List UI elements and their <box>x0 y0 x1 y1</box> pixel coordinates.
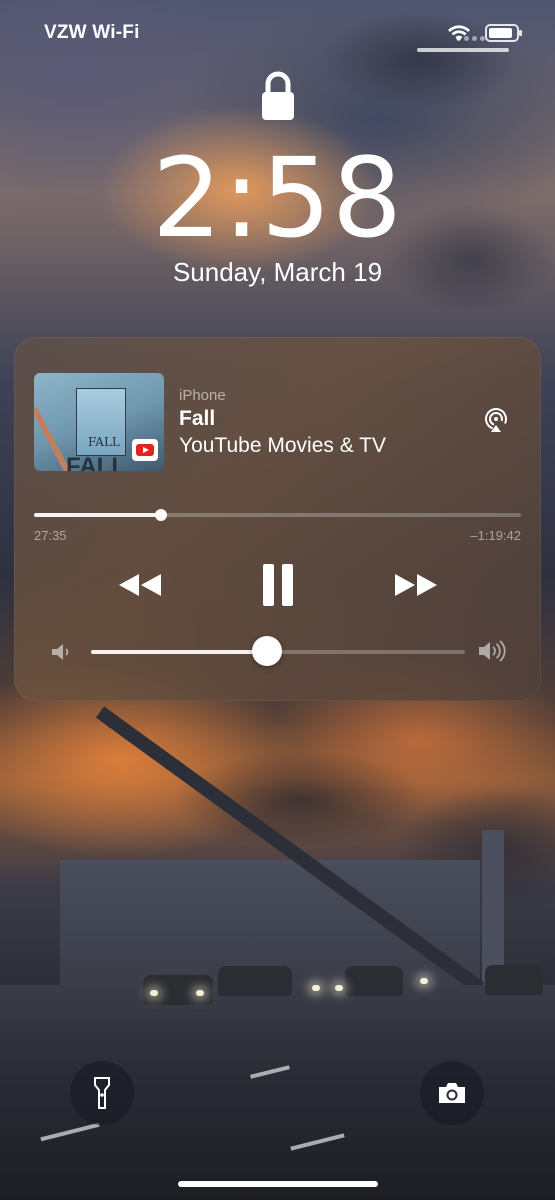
rewind-button[interactable] <box>114 559 166 611</box>
volume-level <box>91 650 267 654</box>
playback-controls <box>14 559 541 611</box>
control-center-indicator[interactable] <box>417 48 509 52</box>
flashlight-icon <box>94 1077 110 1109</box>
pause-icon <box>263 564 293 606</box>
car <box>485 965 543 995</box>
scrubber-progress <box>34 513 161 517</box>
car <box>345 966 403 996</box>
album-artwork[interactable]: FALL FALL <box>34 373 164 471</box>
volume-knob[interactable] <box>251 636 282 666</box>
pause-button[interactable] <box>252 559 304 611</box>
headlight <box>335 985 343 991</box>
lock-icon <box>262 71 294 120</box>
battery-fill <box>489 28 512 38</box>
headlight <box>312 985 320 991</box>
artwork-title: FALL <box>88 435 120 449</box>
speaker-high-icon <box>479 640 506 662</box>
fast-forward-icon <box>395 574 437 596</box>
headlight <box>420 978 428 984</box>
camera-icon <box>439 1083 465 1103</box>
rewind-icon <box>119 574 161 596</box>
remaining-time: –1:19:42 <box>470 528 521 543</box>
flashlight-button[interactable] <box>70 1061 134 1125</box>
playback-source: iPhone <box>179 387 226 404</box>
car <box>218 966 292 996</box>
track-title[interactable]: Fall <box>179 407 215 431</box>
fast-forward-button[interactable] <box>390 559 442 611</box>
wifi-icon <box>448 25 470 41</box>
battery-icon <box>485 24 522 42</box>
volume-slider[interactable] <box>91 636 465 666</box>
elapsed-time: 27:35 <box>34 528 67 543</box>
airplay-icon[interactable] <box>483 408 509 434</box>
scrubber-knob[interactable] <box>154 509 167 521</box>
camera-button[interactable] <box>420 1061 484 1125</box>
home-indicator[interactable] <box>178 1181 378 1187</box>
speaker-low-icon <box>52 644 69 660</box>
headlight <box>150 990 158 996</box>
playback-scrubber[interactable] <box>34 509 521 521</box>
carrier-label: VZW Wi-Fi <box>44 22 140 43</box>
youtube-icon <box>132 439 158 461</box>
headlight <box>196 990 204 996</box>
artwork-big-text: FALL <box>66 453 126 471</box>
clock-time: 2:58 <box>151 134 404 262</box>
clock-date: Sunday, March 19 <box>172 257 383 287</box>
status-icons <box>447 24 522 42</box>
track-subtitle[interactable]: YouTube Movies & TV <box>179 434 386 458</box>
now-playing-card[interactable]: FALL FALL iPhone Fall YouTube Movies & T… <box>14 337 541 701</box>
status-bar: VZW Wi-Fi <box>0 0 555 70</box>
